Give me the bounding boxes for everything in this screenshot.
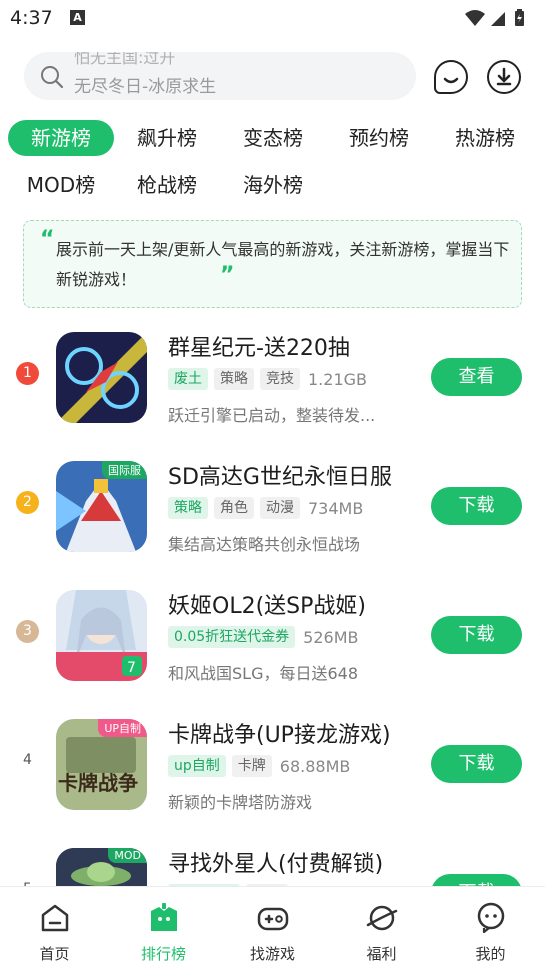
tab-new-games[interactable]: 新游榜 xyxy=(8,120,114,156)
download-button[interactable]: 下载 xyxy=(431,745,522,783)
tab-mod[interactable]: MOD榜 xyxy=(8,167,114,203)
system-status-icons xyxy=(465,9,524,26)
ranking-description: “ 展示前一天上架/更新人气最高的新游戏，关注新游榜，掌握当下新锐游戏！ ” xyxy=(23,220,522,308)
status-bar: 4:37 A xyxy=(0,0,545,36)
nav-home-label: 首页 xyxy=(39,945,70,963)
download-button[interactable]: 下载 xyxy=(431,487,522,525)
tab-overseas[interactable]: 海外榜 xyxy=(220,167,326,203)
corner-badge: MOD xyxy=(108,848,147,863)
planet-icon xyxy=(366,905,398,931)
rank-badge: 1 xyxy=(16,362,39,385)
game-description: 集结高达策略共创永恒战场 xyxy=(168,535,361,554)
nav-find-games-label: 找游戏 xyxy=(249,945,295,963)
game-icon[interactable]: 国际服 xyxy=(56,461,147,552)
tab-modded[interactable]: 变态榜 xyxy=(220,120,326,156)
message-icon[interactable] xyxy=(434,60,468,94)
nav-profile[interactable]: 我的 xyxy=(436,887,545,970)
list-item[interactable]: 3 7 妖姬OL2(送SP战姬) 0.05折狂送代金券 526MB 和风战国SL… xyxy=(0,590,545,718)
file-size: 1.21GB xyxy=(308,369,367,389)
game-title[interactable]: 卡牌战争(UP接龙游戏) xyxy=(168,717,391,749)
svg-text:7: 7 xyxy=(127,660,136,676)
nav-profile-label: 我的 xyxy=(475,945,506,963)
game-title[interactable]: 群星纪元-送220抽 xyxy=(168,330,350,362)
tag: 角色 xyxy=(214,497,254,519)
tag: 竞技 xyxy=(260,368,300,390)
nav-home[interactable]: 首页 xyxy=(0,887,109,970)
game-tags: up自制 卡牌 68.88MB xyxy=(168,755,350,777)
search-input[interactable]: 怕无主国:过开 无尽冬日-冰原求生 xyxy=(24,52,416,100)
game-title[interactable]: 妖姬OL2(送SP战姬) xyxy=(168,588,366,620)
tag: 策略 xyxy=(214,368,254,390)
corner-badge: 国际服 xyxy=(102,461,147,479)
app-notification-icon: A xyxy=(70,10,85,25)
tab-hot[interactable]: 热游榜 xyxy=(432,120,538,156)
search-placeholder-previous: 怕无主国:过开 xyxy=(74,52,176,67)
nav-welfare-label: 福利 xyxy=(366,945,397,963)
rank-badge: 3 xyxy=(16,620,39,643)
rank-badge: 2 xyxy=(16,491,39,514)
nav-ranking[interactable]: 排行榜 xyxy=(109,887,218,970)
rank-number: 4 xyxy=(23,752,32,768)
quote-open-icon: “ xyxy=(40,227,55,252)
ranking-icon xyxy=(151,903,177,931)
icon-caption: 卡牌战争 xyxy=(58,771,138,795)
game-tags: 策略 角色 动漫 734MB xyxy=(168,497,363,519)
ranking-description-text: 展示前一天上架/更新人气最高的新游戏，关注新游榜，掌握当下新锐游戏！ xyxy=(56,240,510,289)
tab-reservation[interactable]: 预约榜 xyxy=(326,120,432,156)
game-icon[interactable] xyxy=(56,332,147,423)
file-size: 526MB xyxy=(303,627,359,647)
nav-find-games[interactable]: 找游戏 xyxy=(218,887,327,970)
tag: 策略 xyxy=(168,497,208,519)
search-icon xyxy=(41,66,64,89)
tab-shooter[interactable]: 枪战榜 xyxy=(114,167,220,203)
corner-badge: UP自制 xyxy=(98,719,147,737)
game-tags: 0.05折狂送代金券 526MB xyxy=(168,626,359,648)
download-button[interactable]: 下载 xyxy=(431,616,522,654)
view-button[interactable]: 查看 xyxy=(431,358,522,396)
game-tags: 废土 策略 竞技 1.21GB xyxy=(168,368,367,390)
nav-welfare[interactable]: 福利 xyxy=(327,887,436,970)
tag: 卡牌 xyxy=(231,755,272,777)
tab-rising[interactable]: 飙升榜 xyxy=(114,120,220,156)
gamepad-icon xyxy=(257,907,289,931)
tag: 动漫 xyxy=(260,497,300,519)
game-title[interactable]: SD高达G世纪永恒日服 xyxy=(168,459,392,491)
game-description: 跃迁引擎已启动，整装待发... xyxy=(168,406,376,425)
nav-ranking-label: 排行榜 xyxy=(140,945,186,963)
file-size: 68.88MB xyxy=(279,756,351,776)
list-item[interactable]: 4 卡牌战争 UP自制 卡牌战争(UP接龙游戏) up自制 卡牌 68.88MB… xyxy=(0,719,545,847)
tag: up自制 xyxy=(168,755,226,777)
list-item[interactable]: 2 国际服 SD高达G世纪永恒日服 策略 角色 动漫 734MB 集结高达策略共… xyxy=(0,461,545,589)
download-icon[interactable] xyxy=(487,60,521,94)
game-icon[interactable]: 卡牌战争 UP自制 xyxy=(56,719,147,810)
game-icon[interactable]: 7 xyxy=(56,590,147,681)
tag: 废土 xyxy=(168,368,208,390)
bottom-navigation: 首页 排行榜 找游戏 福利 我的 xyxy=(0,886,545,970)
file-size: 734MB xyxy=(308,498,364,518)
game-title[interactable]: 寻找外星人(付费解锁) xyxy=(168,846,383,878)
game-description: 和风战国SLG，每日送648 xyxy=(168,664,359,683)
home-icon xyxy=(41,904,69,932)
game-description: 新颖的卡牌塔防游戏 xyxy=(168,793,313,812)
quote-close-icon: ” xyxy=(220,263,235,288)
search-placeholder: 无尽冬日-冰原求生 xyxy=(74,77,217,97)
profile-icon xyxy=(477,902,505,934)
list-item[interactable]: 1 群星纪元-送220抽 废土 策略 竞技 1.21GB 跃迁引擎已启动，整装待… xyxy=(0,332,545,460)
status-time: 4:37 xyxy=(10,7,53,29)
tag: 0.05折狂送代金券 xyxy=(168,626,296,648)
